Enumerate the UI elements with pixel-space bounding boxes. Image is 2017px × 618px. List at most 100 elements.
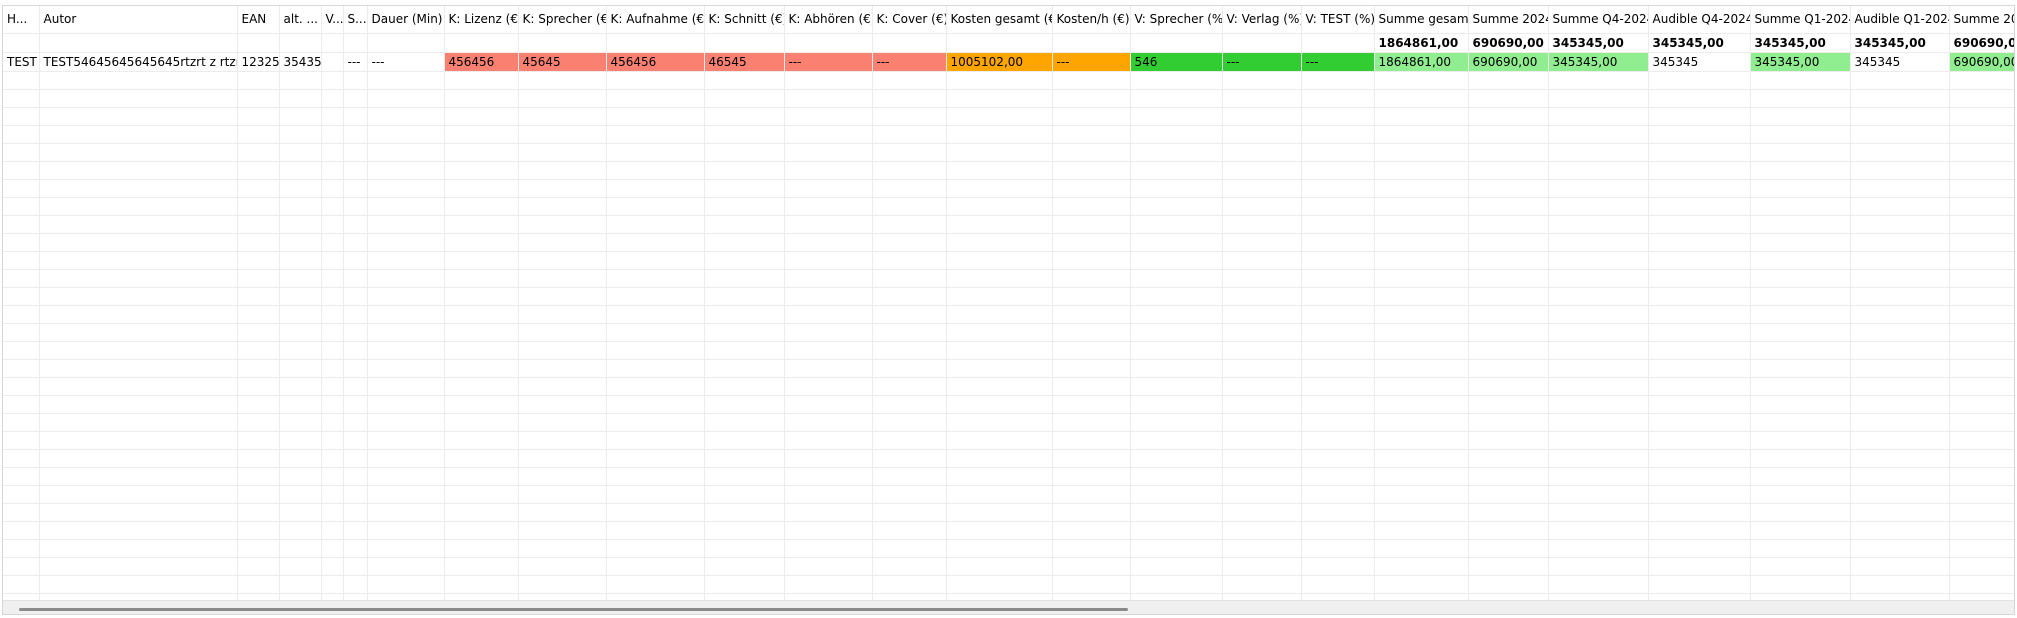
table-row-cell[interactable]: 546: [1130, 52, 1223, 72]
table-row-cell[interactable]: 345345: [1648, 52, 1751, 72]
table-row[interactable]: TESTTEST54645645645645rtzrt z rtzrtzrtzr…: [3, 52, 2014, 72]
empty-row-cell: [946, 107, 1053, 126]
empty-row-cell: [444, 431, 519, 450]
column-header-cell[interactable]: Kosten gesamt (€): [946, 6, 1053, 34]
empty-row-cell: [1130, 305, 1223, 324]
table-row-cell[interactable]: 456456: [606, 52, 705, 72]
empty-row-cell: [444, 125, 519, 144]
column-header-cell[interactable]: V: Verlag (%): [1222, 6, 1302, 34]
column-header-cell[interactable]: Summe Q1-2024: [1750, 6, 1851, 34]
empty-row-cell: [1850, 449, 1950, 468]
empty-row-cell: [1850, 161, 1950, 180]
column-header[interactable]: H... Autor EAN alt. ... V... S... Dauer (Min) K…: [3, 6, 2014, 34]
empty-row-cell: [704, 539, 785, 558]
column-header-cell[interactable]: Kosten/h (€): [1052, 6, 1131, 34]
horizontal-scrollbar[interactable]: [3, 600, 2014, 614]
table-row-cell[interactable]: 690690,00: [1468, 52, 1549, 72]
table-row-cell[interactable]: 46545: [704, 52, 785, 72]
table-row-cell[interactable]: 345345,00: [1750, 52, 1851, 72]
empty-row-cell: [1648, 395, 1751, 414]
empty-row-cell: [1052, 71, 1131, 90]
empty-row-cell: [784, 251, 873, 270]
empty-row-cell: [1949, 341, 2014, 360]
column-header-cell[interactable]: V: TEST (%): [1301, 6, 1375, 34]
column-header-cell[interactable]: K: Lizenz (€): [444, 6, 519, 34]
column-header-cell[interactable]: H...: [3, 6, 40, 34]
empty-row-cell: [1468, 557, 1549, 576]
summary-row-cell: [1301, 33, 1375, 53]
table-row-cell[interactable]: 1864861,00: [1374, 52, 1469, 72]
empty-row-cell: [237, 251, 280, 270]
empty-row-cell: [1548, 287, 1649, 306]
table-row-cell[interactable]: 45645: [518, 52, 607, 72]
column-header-cell[interactable]: K: Aufnahme (€): [606, 6, 705, 34]
column-header-cell[interactable]: Summe 20: [1949, 6, 2014, 34]
empty-row-cell: [1949, 89, 2014, 108]
empty-row-cell: [1548, 125, 1649, 144]
column-header-cell[interactable]: EAN: [237, 6, 280, 34]
scrollbar-thumb[interactable]: [19, 608, 1128, 611]
empty-row-cell: [1301, 413, 1375, 432]
table-row-cell[interactable]: ---: [1052, 52, 1131, 72]
empty-row-cell: [1222, 377, 1302, 396]
empty-row-cell: [1750, 251, 1851, 270]
grid-viewport[interactable]: H... Autor EAN alt. ... V... S... Dauer (Min) K…: [3, 6, 2014, 600]
column-header-cell[interactable]: Summe gesamt: [1374, 6, 1469, 34]
empty-row-cell: [39, 197, 238, 216]
empty-row-cell: [1468, 197, 1549, 216]
empty-row-cell: [39, 521, 238, 540]
empty-row-cell: [1750, 557, 1851, 576]
empty-row: [3, 143, 2014, 162]
column-header-cell[interactable]: V: Sprecher (%): [1130, 6, 1223, 34]
column-header-cell[interactable]: K: Abhören (€): [784, 6, 873, 34]
column-header-cell[interactable]: alt. ...: [279, 6, 322, 34]
table-row-cell[interactable]: ---: [784, 52, 873, 72]
column-header-cell[interactable]: K: Sprecher (€): [518, 6, 607, 34]
table-row-cell[interactable]: ---: [367, 52, 445, 72]
column-header-cell[interactable]: Autor: [39, 6, 238, 34]
table-row-cell[interactable]: 1005102,00: [946, 52, 1053, 72]
column-header-cell[interactable]: K: Schnitt (€): [704, 6, 785, 34]
column-header-cell[interactable]: Summe Q4-2024: [1548, 6, 1649, 34]
empty-row-cell: [1850, 521, 1950, 540]
empty-row-cell: [1052, 431, 1131, 450]
table-row-cell[interactable]: 12325: [237, 52, 280, 72]
empty-row-cell: [946, 431, 1053, 450]
empty-row-cell: [1548, 215, 1649, 234]
table-row-cell[interactable]: ---: [872, 52, 947, 72]
column-header-cell[interactable]: V...: [321, 6, 344, 34]
empty-row-cell: [872, 161, 947, 180]
table-row-cell[interactable]: 456456: [444, 52, 519, 72]
table-row-cell[interactable]: 345345,00: [1548, 52, 1649, 72]
column-header-cell[interactable]: S...: [343, 6, 368, 34]
table-row-cell[interactable]: [321, 52, 344, 72]
table-row-cell[interactable]: 35435: [279, 52, 322, 72]
table-row-cell[interactable]: 690690,00: [1949, 52, 2014, 72]
table-row-cell[interactable]: ---: [1222, 52, 1302, 72]
empty-row-cell: [704, 269, 785, 288]
column-header-cell[interactable]: K: Cover (€): [872, 6, 947, 34]
empty-row-cell: [1130, 71, 1223, 90]
empty-row-cell: [1949, 107, 2014, 126]
empty-row-cell: [321, 143, 344, 162]
empty-row-cell: [3, 89, 40, 108]
empty-row-cell: [279, 71, 322, 90]
column-header-cell[interactable]: Summe 2024: [1468, 6, 1549, 34]
empty-row-cell: [279, 557, 322, 576]
summary-row-cell: [946, 33, 1053, 53]
column-header-cell[interactable]: Audible Q1-2024: [1850, 6, 1950, 34]
table-row-cell[interactable]: TEST54645645645645rtzrt z rtzrtzrtzr: [39, 52, 238, 72]
table-row-cell[interactable]: 345345: [1850, 52, 1950, 72]
empty-row-cell: [1052, 521, 1131, 540]
empty-row-cell: [343, 197, 368, 216]
table-row-cell[interactable]: TEST: [3, 52, 40, 72]
column-header-cell[interactable]: Audible Q4-2024: [1648, 6, 1751, 34]
empty-row-cell: [1374, 125, 1469, 144]
summary-row-cell: [518, 33, 607, 53]
empty-row-cell: [518, 305, 607, 324]
table-row-cell[interactable]: ---: [1301, 52, 1375, 72]
empty-row-cell: [704, 305, 785, 324]
column-header-cell[interactable]: Dauer (Min): [367, 6, 445, 34]
empty-row-cell: [279, 503, 322, 522]
table-row-cell[interactable]: ---: [343, 52, 368, 72]
